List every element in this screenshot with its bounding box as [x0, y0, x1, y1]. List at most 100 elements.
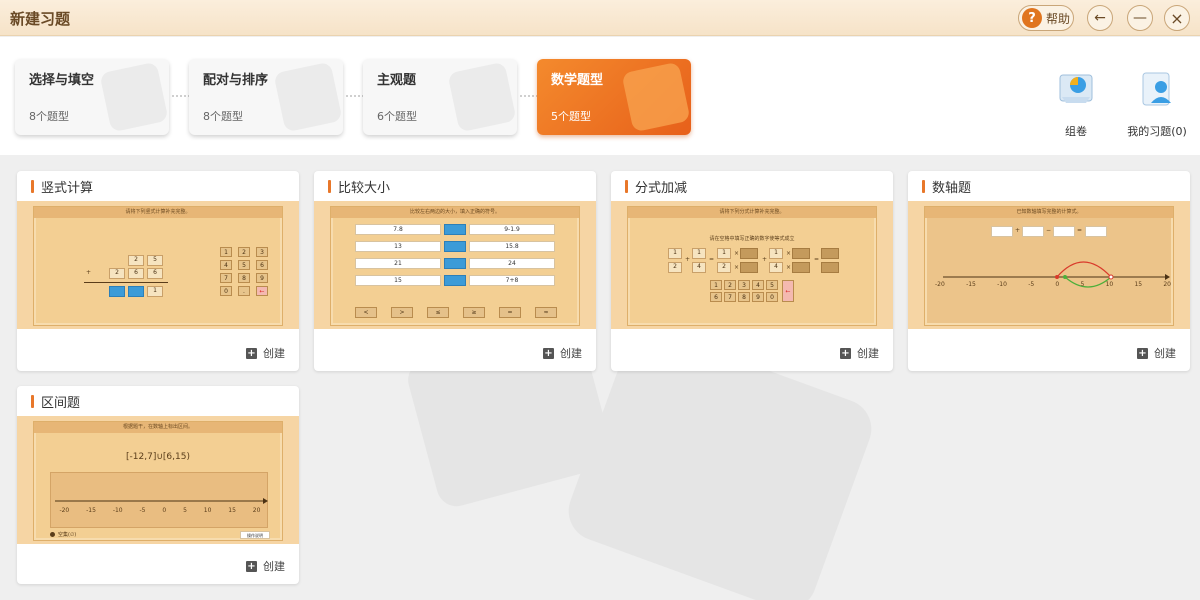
- keypad-key: 2: [238, 247, 250, 257]
- tick-label: 0: [1055, 281, 1060, 288]
- number-blank: [1085, 226, 1107, 237]
- create-button[interactable]: + 创建: [246, 345, 285, 361]
- keypad-key: 3: [256, 247, 268, 257]
- card-title: 分式加减: [625, 177, 687, 196]
- card-preview[interactable]: 已知数轴填写完整的计算式。 + − = -20 -15 -10 -5 0 5 1…: [908, 201, 1190, 329]
- digit-cell: 1: [147, 286, 163, 297]
- plus-icon: +: [246, 347, 257, 359]
- compare-blank: [444, 258, 466, 269]
- my-exercises-label: 我的习题(0): [1127, 125, 1187, 138]
- plus-icon: +: [1137, 347, 1148, 359]
- symbol-key: >: [391, 307, 413, 318]
- digit-cell: 6: [147, 268, 163, 279]
- category-name: 主观题: [377, 73, 417, 88]
- card-preview[interactable]: 根据题干，在数轴上标出区间。 [-12,7]∪[6,15) -20 -15 -1…: [17, 416, 299, 544]
- divider-dots: [172, 95, 190, 97]
- tick-label: -20: [935, 281, 945, 288]
- preview-board: 请将下列竖式计算补充完整。 2 5 + 2 6 6 1 1 2 3 4 5 6 …: [33, 206, 283, 326]
- preview-board: 已知数轴填写完整的计算式。 + − = -20 -15 -10 -5 0 5 1…: [924, 206, 1174, 326]
- compare-right: 24: [469, 258, 555, 269]
- my-exercises-button[interactable]: 我的习题(0): [1117, 67, 1197, 139]
- divider-dots: [346, 95, 364, 97]
- minimize-icon: —: [1133, 10, 1147, 26]
- create-button[interactable]: + 创建: [543, 345, 582, 361]
- paper-assemble-icon: [1059, 74, 1093, 103]
- card-vertical-calc: 竖式计算 请将下列竖式计算补充完整。 2 5 + 2 6 6 1 1 2 3 4…: [17, 171, 299, 371]
- fraction-numerator: 1: [692, 248, 706, 259]
- card-fraction: 分式加减 请将下列分式计算补充完整。 请在空格中填写正确的数字使等式成立 1 2…: [611, 171, 893, 371]
- tab-choice-fill[interactable]: 选择与填空 8个题型: [15, 59, 169, 135]
- category-name: 配对与排序: [203, 73, 269, 88]
- compare-right: 15.8: [469, 241, 555, 252]
- keypad-key: 1: [710, 280, 722, 290]
- symbol-key: =: [499, 307, 521, 318]
- keypad-key: 7: [724, 292, 736, 302]
- number-blank: [1022, 226, 1044, 237]
- create-label: 创建: [263, 560, 285, 573]
- head-watermark-icon: [447, 61, 517, 133]
- my-exercises-icon: [1142, 72, 1171, 106]
- help-button[interactable]: ? 帮助: [1018, 5, 1074, 31]
- equals-sign: =: [814, 256, 820, 263]
- tick-label: -5: [1028, 281, 1035, 288]
- symbol-key: ≈: [535, 307, 557, 318]
- preview-instruction: 已知数轴填写完整的计算式。: [925, 207, 1173, 218]
- minimize-button[interactable]: —: [1127, 5, 1153, 31]
- tab-match-sort[interactable]: 配对与排序 8个题型: [189, 59, 343, 135]
- create-button[interactable]: + 创建: [840, 345, 879, 361]
- tick-labels: -20 -15 -10 -5 0 5 10 15 20: [51, 507, 269, 514]
- card-preview[interactable]: 请将下列竖式计算补充完整。 2 5 + 2 6 6 1 1 2 3 4 5 6 …: [17, 201, 299, 329]
- assemble-paper-label: 组卷: [1065, 125, 1087, 138]
- compare-right: 9-1.9: [469, 224, 555, 235]
- digit-cell: 6: [128, 268, 144, 279]
- create-button[interactable]: + 创建: [1137, 345, 1176, 361]
- create-label: 创建: [857, 347, 879, 360]
- category-header: 选择与填空 8个题型 配对与排序 8个题型 主观题 6个题型 数学题型 5个题型…: [0, 37, 1200, 155]
- symbol-key: ≤: [427, 307, 449, 318]
- fraction-numerator: 1: [769, 248, 783, 259]
- assemble-paper-button[interactable]: 组卷: [1036, 67, 1116, 139]
- keypad-key: 5: [766, 280, 778, 290]
- tick-label: 20: [252, 507, 261, 514]
- card-preview[interactable]: 比较左右两边的大小，填入正确的符号。 7.8 9-1.9 13 15.8 21 …: [314, 201, 596, 329]
- tick-label: -20: [59, 507, 70, 514]
- divider-dots: [520, 95, 538, 97]
- category-count: 8个题型: [29, 110, 69, 123]
- compare-blank: [444, 275, 466, 286]
- tab-math[interactable]: 数学题型 5个题型: [537, 59, 691, 135]
- back-button[interactable]: ←: [1087, 5, 1113, 31]
- fraction-blank: [792, 262, 810, 273]
- create-button[interactable]: + 创建: [246, 558, 285, 574]
- preview-board: 根据题干，在数轴上标出区间。 [-12,7]∪[6,15) -20 -15 -1…: [33, 421, 283, 541]
- close-button[interactable]: ×: [1164, 5, 1190, 31]
- equals-sign: =: [709, 256, 715, 263]
- fraction-blank: [821, 262, 839, 273]
- fraction-denominator: 2: [717, 262, 731, 273]
- digit-cell: 2: [109, 268, 125, 279]
- card-title: 区间题: [31, 392, 80, 411]
- choice-watermark-icon: [99, 61, 169, 133]
- number-blank: [991, 226, 1013, 237]
- keypad-key: 9: [752, 292, 764, 302]
- preview-instruction: 根据题干，在数轴上标出区间。: [34, 422, 282, 433]
- plus-sign: +: [1015, 227, 1021, 234]
- keypad-key: 6: [256, 260, 268, 270]
- number-blank: [1053, 226, 1075, 237]
- times-sign: ×: [734, 264, 740, 271]
- tab-subjective[interactable]: 主观题 6个题型: [363, 59, 517, 135]
- tick-label: 20: [1163, 281, 1171, 288]
- backspace-key: ←: [782, 280, 794, 302]
- card-title: 竖式计算: [31, 177, 93, 196]
- tick-label: 15: [1134, 281, 1143, 288]
- create-label: 创建: [263, 347, 285, 360]
- category-count: 5个题型: [551, 110, 591, 123]
- fraction-denominator: 2: [668, 262, 682, 273]
- plus-icon: +: [246, 560, 257, 572]
- card-preview[interactable]: 请将下列分式计算补充完整。 请在空格中填写正确的数字使等式成立 1 2 + 1 …: [611, 201, 893, 329]
- times-sign: ×: [734, 250, 740, 257]
- keypad-key: 4: [752, 280, 764, 290]
- keypad-key: 0: [220, 286, 232, 296]
- tick-labels: -20 -15 -10 -5 0 5 10 15 20: [935, 281, 1171, 288]
- tick-label: -10: [112, 507, 123, 514]
- plus-sign: +: [86, 269, 92, 276]
